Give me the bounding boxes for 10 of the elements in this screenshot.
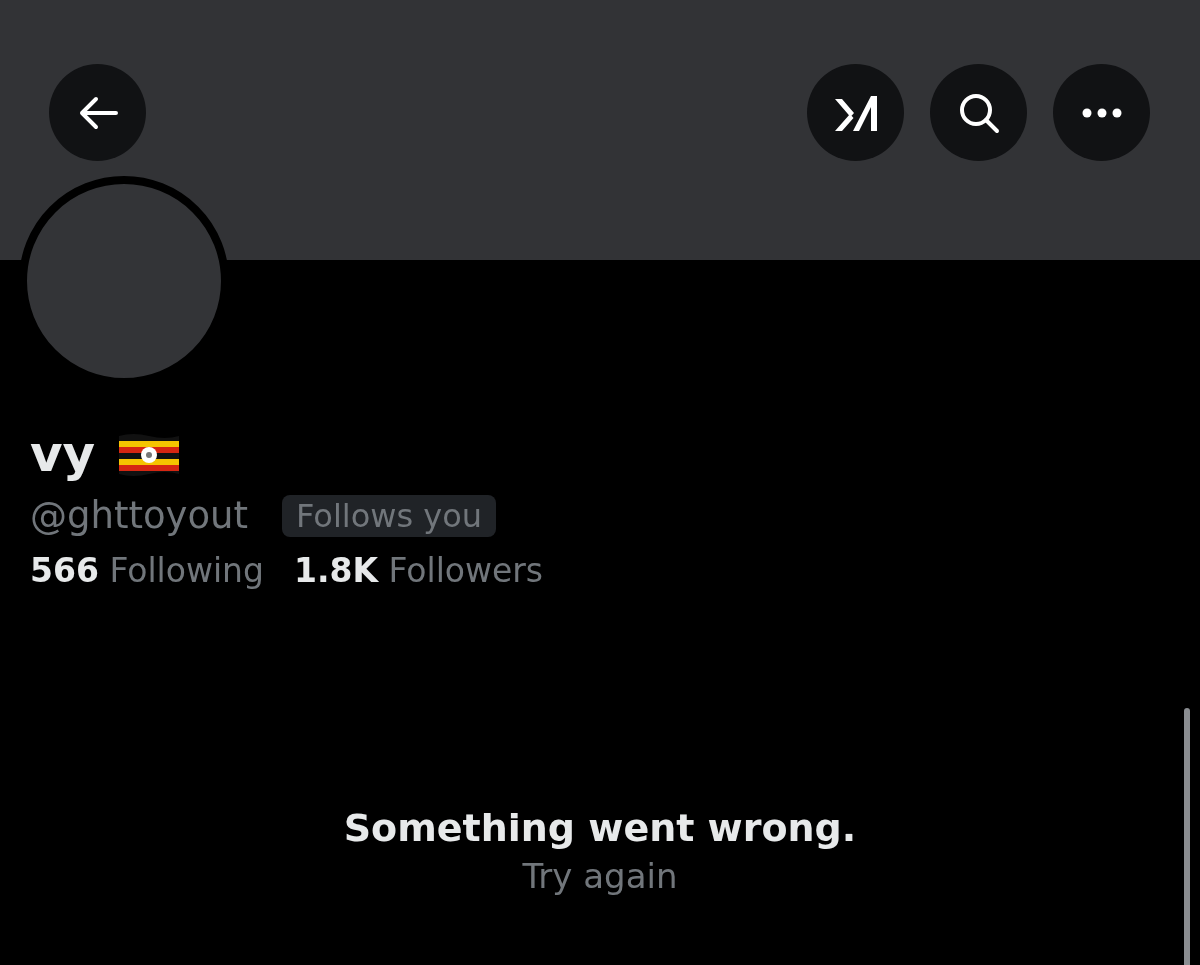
back-arrow-icon: [77, 95, 118, 130]
profile-handle: @ghttoyout: [30, 494, 249, 537]
follow-stat-link[interactable]: 566 Following: [30, 551, 264, 590]
profile-name: vy: [30, 424, 96, 484]
error-message: Something went wrong.: [343, 806, 857, 850]
more-icon: [1081, 107, 1122, 118]
flag-icon: [117, 432, 182, 476]
try-again-link[interactable]: Try again: [522, 856, 678, 896]
follows-you-badge: Follows you: [282, 494, 497, 537]
follow-stat-link[interactable]: 1.8K Followers: [293, 551, 544, 590]
